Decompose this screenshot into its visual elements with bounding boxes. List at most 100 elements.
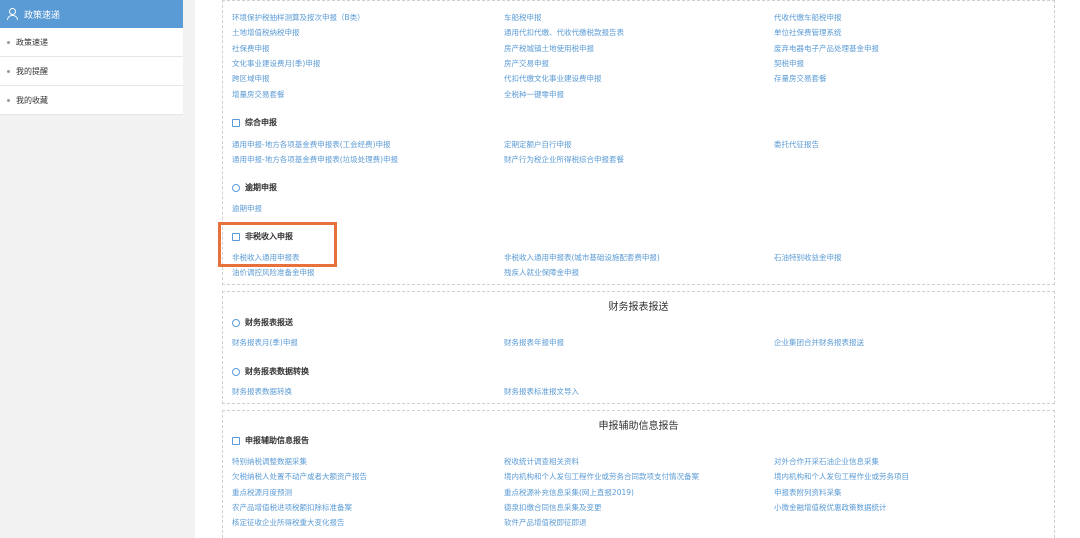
list-item: 特别纳税调整数据采集 [232, 455, 307, 469]
declaration-link[interactable]: 存量房交易套餐 [774, 74, 827, 83]
list-item: 通用申报-地方各项基金费申报表(工会经费)申报 [232, 138, 391, 152]
sidebar-item-label: 我的收藏 [16, 95, 48, 105]
database-icon [232, 367, 240, 376]
declaration-link[interactable]: 非税收入通用申报表(城市基础设施配套费申报) [504, 253, 660, 262]
panel-title: 财务报表报送 [608, 302, 669, 313]
sidebar-item-label: 政策速递 [16, 37, 48, 47]
list-item: 定期定额户自行申报 [504, 138, 572, 152]
list-item: 通用申报-地方各项基金费申报表(垃圾处理费)申报 [232, 153, 398, 167]
list-item: 环境保护税抽样测算及按次申报（B类） [232, 11, 365, 25]
declaration-link[interactable]: 契税申报 [774, 59, 804, 68]
declaration-link[interactable]: 房产交易申报 [504, 59, 549, 68]
declaration-link[interactable]: 车船税申报 [504, 13, 542, 22]
declaration-link[interactable]: 跨区域申报 [232, 74, 270, 83]
sidebar-header-label: 政策速递 [24, 10, 61, 21]
sidebar-header[interactable]: 政策速递 [0, 0, 183, 28]
declaration-link[interactable]: 委托代征报告 [774, 140, 819, 149]
section-aux: 申报辅助信息报告 [232, 435, 309, 446]
section-overdue: 逾期申报 [232, 182, 277, 193]
declaration-link[interactable]: 重点税源月度预测 [232, 488, 292, 497]
list-item: 软件产品增值税即征即退 [504, 516, 587, 530]
declaration-link[interactable]: 文化事业建设费月(季)申报 [232, 59, 320, 68]
declaration-link[interactable]: 核定征收企业所得税重大变化报告 [232, 518, 345, 527]
bullet-icon [7, 98, 10, 102]
user-icon [6, 8, 18, 20]
declaration-link[interactable]: 油价调控风险准备金申报 [232, 268, 315, 277]
declaration-link[interactable]: 土地增值税纳税申报 [232, 28, 300, 37]
section-title: 财务报表报送 [245, 318, 293, 327]
section-title: 财务报表数据转换 [245, 367, 309, 376]
declaration-link[interactable]: 全税种一键零申报 [504, 90, 564, 99]
declaration-link[interactable]: 废弃电器电子产品处理基金申报 [774, 44, 879, 53]
section-title: 申报辅助信息报告 [245, 436, 309, 445]
declaration-link[interactable]: 通用申报-地方各项基金费申报表(工会经费)申报 [232, 140, 391, 149]
panel-title: 申报辅助信息报告 [598, 421, 679, 432]
declaration-link[interactable]: 小微金融增值税优惠政策数据统计 [774, 503, 887, 512]
declaration-link[interactable]: 农产品增值税进项税额扣除标准备案 [232, 503, 352, 512]
list-item: 石油特别收益金申报 [774, 251, 842, 265]
list-item: 德泉扣缴合同信息采集及变更 [504, 501, 602, 515]
list-item: 税收统计调查相关资料 [504, 455, 579, 469]
declaration-link[interactable]: 境内机构和个人发包工程作业或劳务项目 [774, 472, 909, 481]
declaration-link[interactable]: 申报表附列资料采集 [774, 488, 842, 497]
declaration-link[interactable]: 代收代缴车船税申报 [774, 13, 842, 22]
list-item: 全税种一键零申报 [504, 88, 564, 102]
declaration-link[interactable]: 残疾人就业保障金申报 [504, 268, 579, 277]
declaration-link[interactable]: 增量房交易套餐 [232, 90, 285, 99]
list-item: 财务报表年报申报 [504, 336, 564, 350]
list-item: 通用代扣代缴、代收代缴税款报告表 [504, 26, 624, 40]
highlight-box [218, 222, 337, 267]
declaration-link[interactable]: 对外合作开采石油企业信息采集 [774, 457, 879, 466]
sidebar-menu: 政策速递 我的提醒 我的收藏 [0, 28, 183, 115]
section-title: 逾期申报 [245, 183, 277, 192]
sidebar-item-policy[interactable]: 政策速递 [0, 28, 183, 57]
declaration-link[interactable]: 财产行为税企业所得税综合申报套餐 [504, 155, 624, 164]
report-link[interactable]: 财务报表标准报文导入 [504, 387, 579, 396]
list-item: 代收代缴车船税申报 [774, 11, 842, 25]
list-item: 社保费申报 [232, 42, 270, 56]
clock-icon [232, 183, 240, 192]
declaration-link[interactable]: 通用代扣代缴、代收代缴税款报告表 [504, 28, 624, 37]
list-item: 残疾人就业保障金申报 [504, 266, 579, 280]
list-item: 对外合作开采石油企业信息采集 [774, 455, 879, 469]
declaration-link[interactable]: 境内机构和个人发包工程作业或劳务合同款项支付情况备案 [504, 472, 699, 481]
report-link[interactable]: 企业集团合并财务报表报送 [774, 338, 864, 347]
declaration-link[interactable]: 定期定额户自行申报 [504, 140, 572, 149]
list-item: 境内机构和个人发包工程作业或劳务项目 [774, 470, 909, 484]
declaration-link[interactable]: 欠税纳税人处置不动产或者大额资产报告 [232, 472, 367, 481]
list-item: 核定征收企业所得税重大变化报告 [232, 516, 345, 530]
section-comprehensive: 综合申报 [232, 117, 277, 128]
declaration-link[interactable]: 环境保护税抽样测算及按次申报（B类） [232, 13, 365, 22]
declaration-link[interactable]: 软件产品增值税即征即退 [504, 518, 587, 527]
declaration-link[interactable]: 德泉扣缴合同信息采集及变更 [504, 503, 602, 512]
list-item: 契税申报 [774, 57, 804, 71]
declaration-link[interactable]: 代扣代缴文化事业建设费申报 [504, 74, 602, 83]
report-link[interactable]: 财务报表数据转换 [232, 387, 292, 396]
declaration-link[interactable]: 特别纳税调整数据采集 [232, 457, 307, 466]
edit-icon [232, 436, 240, 445]
declaration-link[interactable]: 重点税源补充信息采集(网上直报2019) [504, 488, 634, 497]
list-item: 增量房交易套餐 [232, 88, 285, 102]
declaration-link[interactable]: 税收统计调查相关资料 [504, 457, 579, 466]
list-item: 代扣代缴文化事业建设费申报 [504, 72, 602, 86]
declaration-link[interactable]: 通用申报-地方各项基金费申报表(垃圾处理费)申报 [232, 155, 398, 164]
report-link[interactable]: 财务报表年报申报 [504, 338, 564, 347]
list-item: 非税收入通用申报表(城市基础设施配套费申报) [504, 251, 660, 265]
divider [183, 0, 195, 538]
section-title: 综合申报 [245, 118, 277, 127]
sidebar-item-reminder[interactable]: 我的提醒 [0, 57, 183, 86]
list-item: 欠税纳税人处置不动产或者大额资产报告 [232, 470, 367, 484]
declaration-link[interactable]: 社保费申报 [232, 44, 270, 53]
list-item: 小微金融增值税优惠政策数据统计 [774, 501, 887, 515]
list-item: 跨区域申报 [232, 72, 270, 86]
list-item: 财产行为税企业所得税综合申报套餐 [504, 153, 624, 167]
link-overdue-declaration[interactable]: 逾期申报 [232, 204, 262, 213]
list-item: 存量房交易套餐 [774, 72, 827, 86]
declaration-link[interactable]: 房产税城镇土地使用税申报 [504, 44, 594, 53]
list-item: 财务报表月(季)申报 [232, 336, 298, 350]
sidebar-item-favorites[interactable]: 我的收藏 [0, 86, 183, 115]
declaration-link[interactable]: 石油特别收益金申报 [774, 253, 842, 262]
report-link[interactable]: 财务报表月(季)申报 [232, 338, 298, 347]
declaration-link[interactable]: 单位社保费管理系统 [774, 28, 842, 37]
list-item: 委托代征报告 [774, 138, 819, 152]
